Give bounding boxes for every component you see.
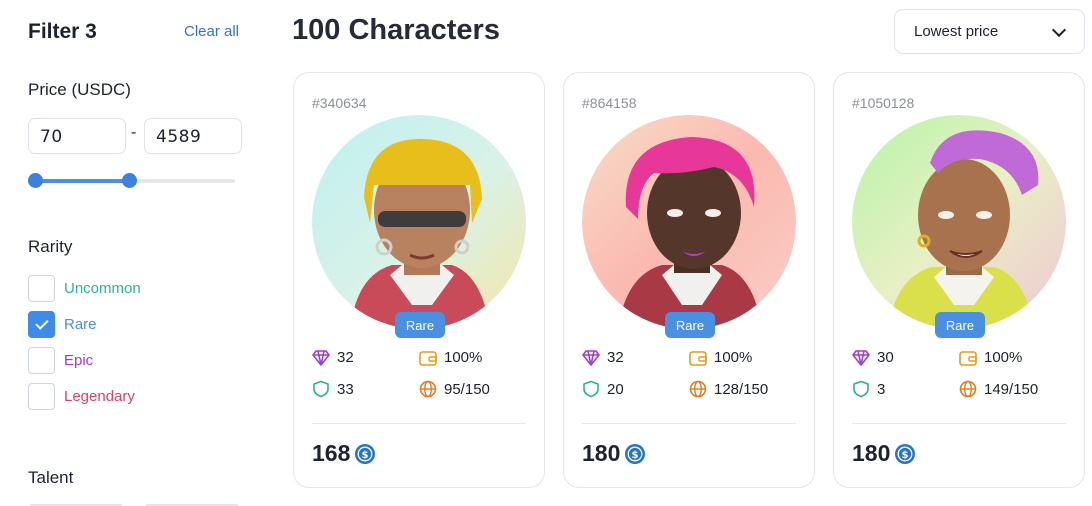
price-label: Price (USDC) <box>28 80 131 99</box>
card-price: 180 $ <box>582 440 646 467</box>
stat-gems: 32 <box>582 349 624 366</box>
stat-shield: 20 <box>582 380 624 398</box>
price-range-dash: - <box>131 124 137 141</box>
price-slider-min-handle[interactable] <box>28 173 43 188</box>
rarity-option-label: Rare <box>64 316 97 333</box>
rarity-label: Rarity <box>28 237 73 256</box>
checkbox-checked[interactable] <box>28 311 55 338</box>
stat-shield: 3 <box>852 380 885 398</box>
svg-text:$: $ <box>362 450 369 461</box>
stat-value: 100% <box>984 349 1023 366</box>
diamond-icon <box>582 349 600 366</box>
character-card[interactable]: #864158 Rare 32 100% 20 128/150 180 $ <box>563 72 815 488</box>
character-avatar <box>852 115 1066 329</box>
wallet-icon <box>689 350 707 366</box>
stat-value: 30 <box>877 349 894 366</box>
rarity-option-rare[interactable]: Rare <box>28 311 97 338</box>
shield-icon <box>853 380 869 398</box>
stat-value: 32 <box>337 349 354 366</box>
diamond-icon <box>852 349 870 366</box>
sort-dropdown[interactable]: Lowest price <box>894 9 1085 54</box>
price-slider-max-handle[interactable] <box>122 173 138 188</box>
character-id: #864158 <box>582 95 637 111</box>
usdc-coin-icon: $ <box>355 443 376 464</box>
stat-globe: 149/150 <box>959 380 1038 398</box>
rarity-option-label: Uncommon <box>64 280 141 297</box>
card-divider <box>582 423 796 424</box>
checkbox[interactable] <box>28 383 55 410</box>
usdc-coin-icon: $ <box>895 443 916 464</box>
stat-value: 33 <box>337 380 354 398</box>
card-divider <box>312 423 526 424</box>
character-id: #340634 <box>312 95 367 111</box>
checkbox[interactable] <box>28 275 55 302</box>
clear-all-button[interactable]: Clear all <box>184 23 239 40</box>
globe-icon <box>419 380 437 398</box>
stat-value: 149/150 <box>984 380 1039 398</box>
stat-gems: 30 <box>852 349 894 366</box>
chevron-down-icon <box>1051 22 1067 38</box>
stat-gems: 32 <box>312 349 354 366</box>
shield-icon <box>313 380 329 398</box>
stat-value: 100% <box>714 349 753 366</box>
usdc-coin-icon: $ <box>625 443 646 464</box>
price-value: 180 <box>582 440 621 466</box>
price-slider-fill <box>30 179 130 183</box>
rarity-badge: Rare <box>665 312 715 338</box>
stat-wallet: 100% <box>419 349 482 366</box>
shield-icon <box>583 380 599 398</box>
card-price: 168 $ <box>312 440 376 467</box>
wallet-icon <box>959 350 977 366</box>
stat-value: 100% <box>444 349 483 366</box>
rarity-option-label: Epic <box>64 352 94 369</box>
sort-selected-label: Lowest price <box>914 23 999 40</box>
rarity-option-epic[interactable]: Epic <box>28 347 93 374</box>
character-avatar <box>582 115 796 329</box>
filter-sidebar: Filter 3 Clear all Price (USDC) 70 - 458… <box>0 0 260 506</box>
character-id: #1050128 <box>852 95 915 111</box>
price-min-input[interactable]: 70 <box>28 118 126 154</box>
character-avatar <box>312 115 526 329</box>
character-card[interactable]: #1050128 Rare 30 100% 3 149/150 180 $ <box>833 72 1085 488</box>
rarity-badge: Rare <box>935 312 985 338</box>
page-title: 100 Characters <box>292 14 500 46</box>
diamond-icon <box>312 349 330 366</box>
price-max-input[interactable]: 4589 <box>144 118 242 154</box>
price-value: 168 <box>312 440 351 466</box>
rarity-badge: Rare <box>395 312 445 338</box>
stat-value: 3 <box>877 380 886 398</box>
rarity-option-uncommon[interactable]: Uncommon <box>28 275 141 302</box>
stat-globe: 128/150 <box>689 380 768 398</box>
svg-text:$: $ <box>902 450 909 461</box>
globe-icon <box>689 380 707 398</box>
character-card[interactable]: #340634 Rare 32 100% 33 95/150 168 $ <box>293 72 545 488</box>
globe-icon <box>959 380 977 398</box>
filter-title: Filter 3 <box>28 20 97 43</box>
stat-value: 128/150 <box>714 380 769 398</box>
svg-text:$: $ <box>632 450 639 461</box>
stat-wallet: 100% <box>959 349 1022 366</box>
checkbox[interactable] <box>28 347 55 374</box>
rarity-option-label: Legendary <box>64 388 135 405</box>
stat-value: 95/150 <box>444 380 490 398</box>
stat-value: 32 <box>607 349 624 366</box>
card-divider <box>852 423 1066 424</box>
check-icon <box>34 316 49 330</box>
wallet-icon <box>419 350 437 366</box>
stat-shield: 33 <box>312 380 354 398</box>
rarity-option-legendary[interactable]: Legendary <box>28 383 135 410</box>
talent-label: Talent <box>28 468 74 487</box>
stat-value: 20 <box>607 380 624 398</box>
price-value: 180 <box>852 440 891 466</box>
stat-globe: 95/150 <box>419 380 490 398</box>
card-price: 180 $ <box>852 440 916 467</box>
stat-wallet: 100% <box>689 349 752 366</box>
